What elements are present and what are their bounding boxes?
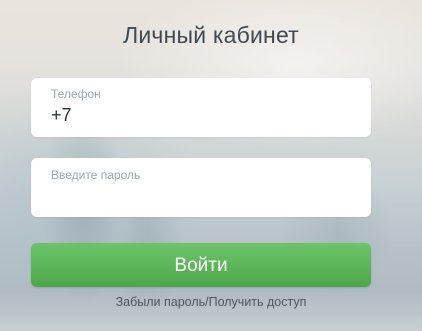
password-field[interactable]: Введите пароль	[31, 158, 371, 217]
page-title: Личный кабинет	[123, 22, 299, 48]
password-input[interactable]	[51, 188, 351, 206]
phone-field-value[interactable]: +7	[51, 105, 72, 126]
phone-field[interactable]: Телефон +7	[31, 78, 371, 137]
password-placeholder: Введите пароль	[51, 168, 141, 182]
phone-field-label: Телефон	[51, 87, 101, 101]
login-button[interactable]: Войти	[31, 243, 371, 287]
forgot-password-link[interactable]: Забыли пароль/Получить доступ	[0, 295, 422, 309]
